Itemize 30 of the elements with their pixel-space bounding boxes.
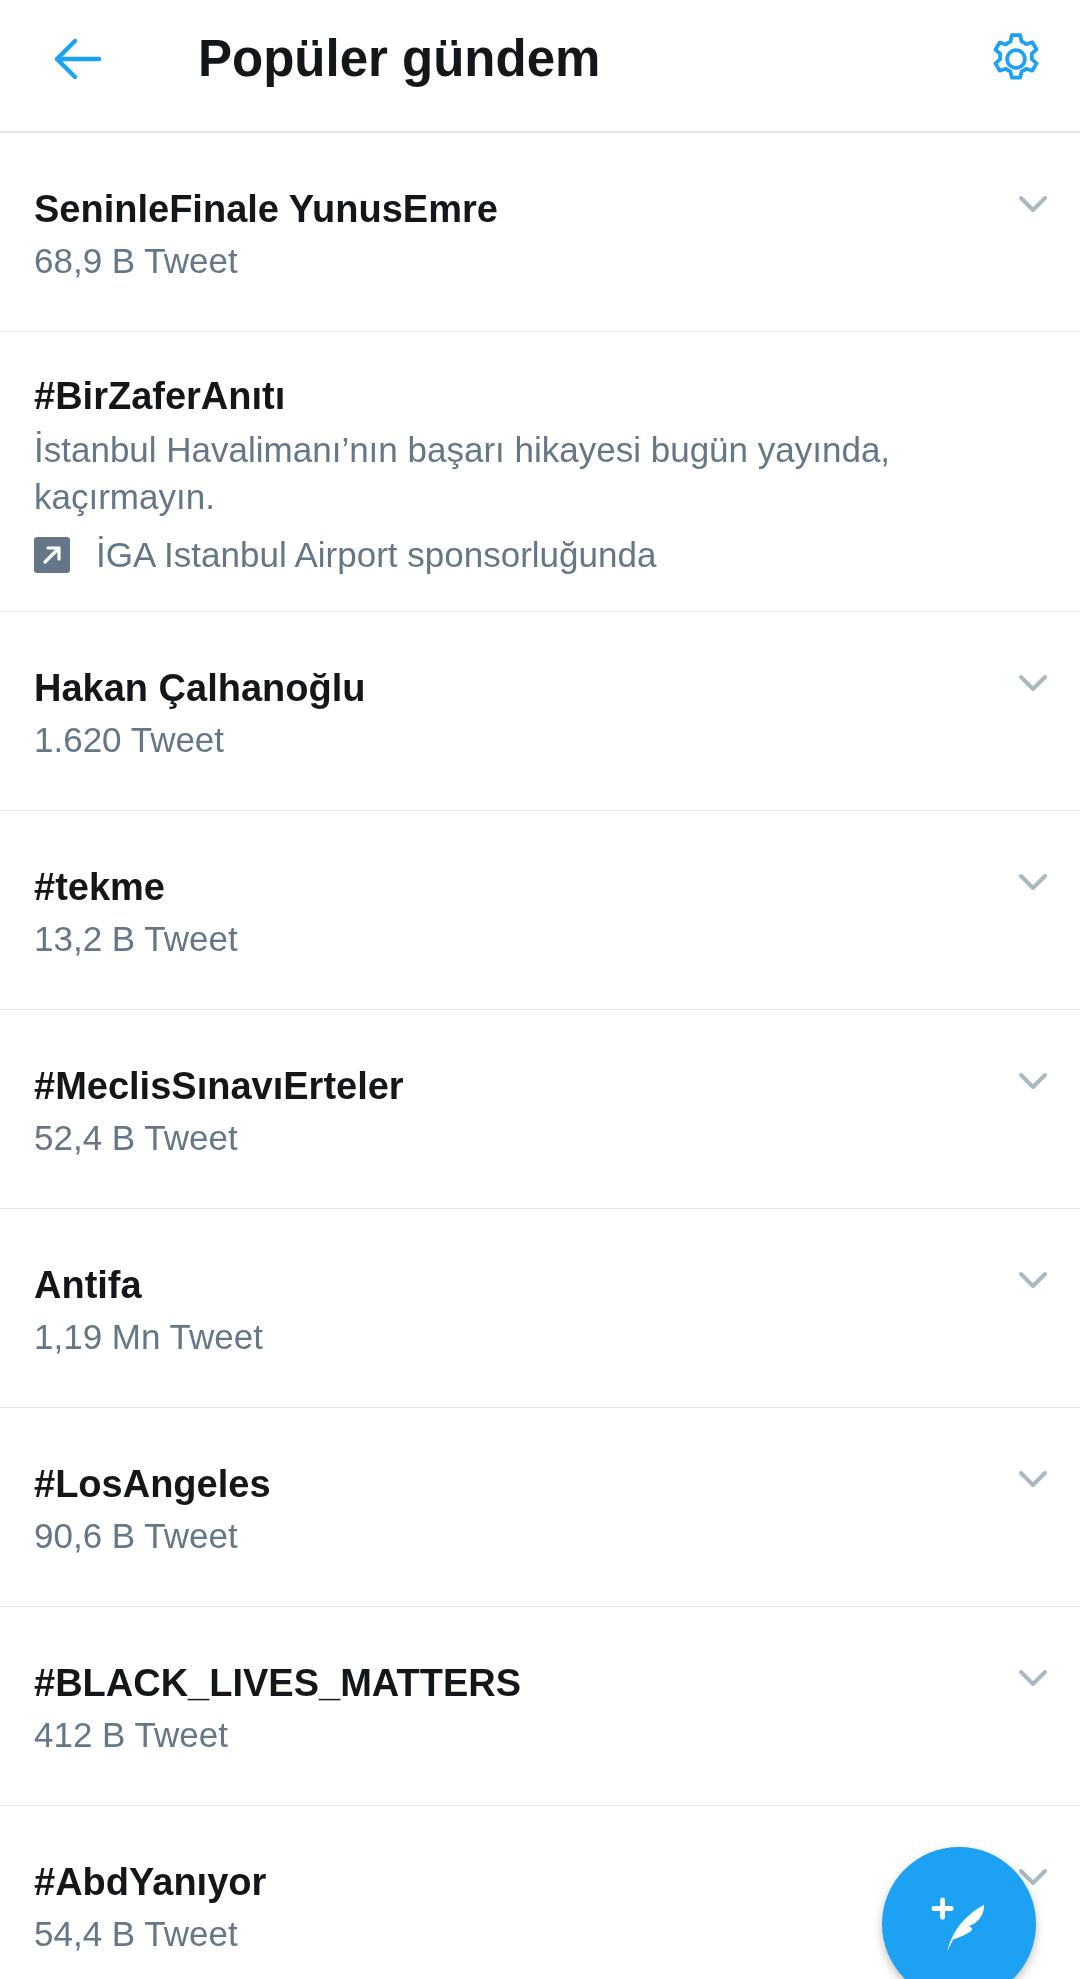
chevron-down-icon[interactable] bbox=[1018, 195, 1048, 213]
chevron-down-icon[interactable] bbox=[1018, 1669, 1048, 1687]
tweet-count: 90,6 B Tweet bbox=[34, 1515, 238, 1557]
promoted-description: İstanbul Havalimanı’nın başarı hikayesi bugün yayında, kaçırmayın. bbox=[34, 429, 892, 518]
tweet-count: 52,4 B Tweet bbox=[34, 1117, 238, 1159]
trend-name[interactable]: #AbdYanıyor bbox=[34, 1856, 267, 1908]
tweet-count: 13,2 B Tweet bbox=[34, 918, 238, 960]
chevron-down-icon[interactable] bbox=[1018, 1271, 1048, 1289]
tweet-count: 1,19 Mn Tweet bbox=[34, 1316, 263, 1358]
chevron-down-icon[interactable] bbox=[1018, 1868, 1048, 1886]
chevron-down-icon[interactable] bbox=[1018, 1470, 1048, 1488]
page-title: Popüler gündem bbox=[198, 29, 602, 88]
back-arrow-icon[interactable] bbox=[53, 38, 101, 79]
trend-name[interactable]: #BLACK_LIVES_MATTERS bbox=[34, 1657, 522, 1709]
tweet-count: 412 B Tweet bbox=[34, 1714, 228, 1756]
tweet-count: 68,9 B Tweet bbox=[34, 240, 238, 282]
chevron-down-icon[interactable] bbox=[1018, 1072, 1048, 1090]
sponsor-label: İGA Istanbul Airport sponsorluğunda bbox=[96, 535, 657, 575]
compose-button[interactable] bbox=[882, 1847, 1036, 1979]
trend-name[interactable]: #BirZaferAnıtı bbox=[34, 370, 286, 422]
trend-name[interactable]: SeninleFinale YunusEmre bbox=[34, 183, 498, 235]
tweet-count: 54,4 B Tweet bbox=[34, 1913, 238, 1955]
trend-name[interactable]: #LosAngeles bbox=[34, 1458, 271, 1510]
chevron-down-icon[interactable] bbox=[1018, 873, 1048, 891]
tweet-count: 1.620 Tweet bbox=[34, 719, 225, 761]
trend-name[interactable]: Hakan Çalhanoğlu bbox=[34, 662, 366, 714]
trend-name[interactable]: Antifa bbox=[34, 1259, 142, 1311]
trend-name[interactable]: #MeclisSınavıErteler bbox=[34, 1060, 404, 1112]
trend-name[interactable]: #tekme bbox=[34, 861, 165, 913]
chevron-down-icon[interactable] bbox=[1018, 674, 1048, 692]
